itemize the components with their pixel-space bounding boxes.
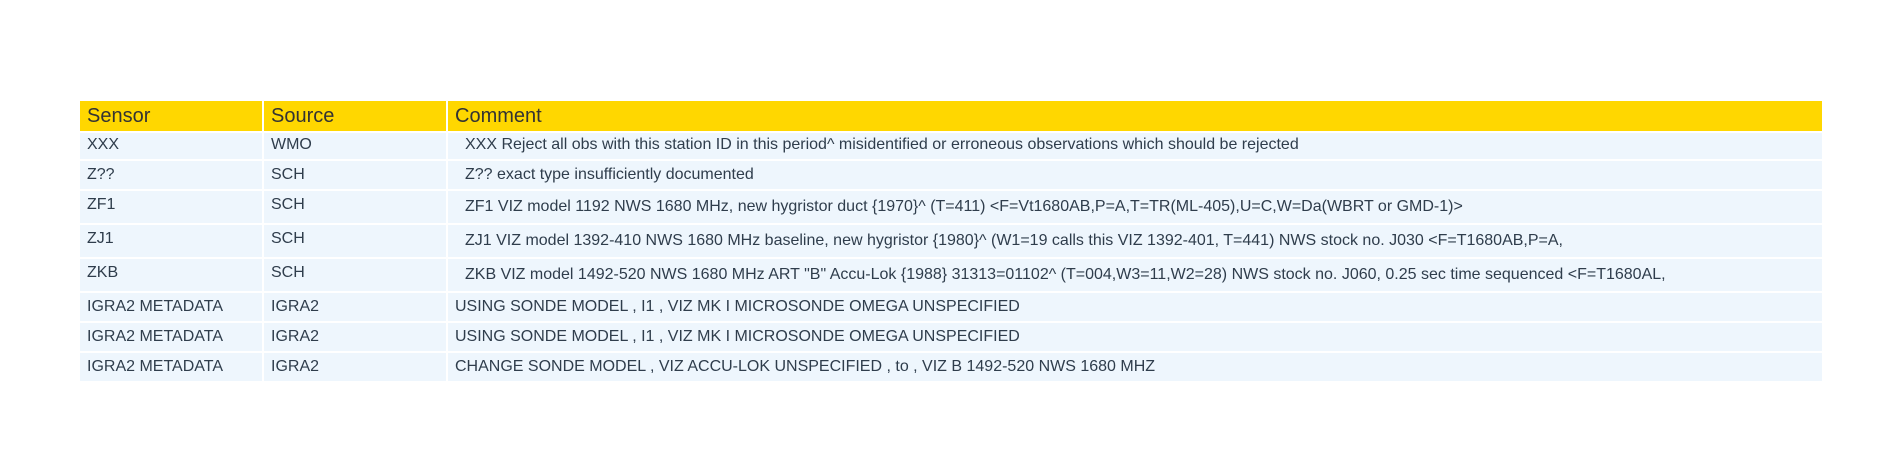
table-row: XXX WMO XXX Reject all obs with this sta… xyxy=(80,131,1822,159)
comment-cell: ZF1 VIZ model 1192 NWS 1680 MHz, new hyg… xyxy=(448,189,1822,223)
column-header-comment: Comment xyxy=(448,101,1822,131)
table-row: IGRA2 METADATA IGRA2 CHANGE SONDE MODEL … xyxy=(80,351,1822,381)
table-header: Sensor Source Comment xyxy=(80,101,1822,131)
comment-cell: USING SONDE MODEL , I1 , VIZ MK I MICROS… xyxy=(448,321,1822,351)
source-cell: IGRA2 xyxy=(264,351,448,381)
sensor-cell: IGRA2 METADATA xyxy=(80,351,264,381)
sensor-cell: ZKB xyxy=(80,257,264,291)
sensor-metadata-table-container: Sensor Source Comment XXX WMO XXX Reject… xyxy=(80,101,1822,381)
table-row: ZKB SCH ZKB VIZ model 1492-520 NWS 1680 … xyxy=(80,257,1822,291)
source-cell: IGRA2 xyxy=(264,321,448,351)
comment-cell: XXX Reject all obs with this station ID … xyxy=(448,131,1822,159)
source-cell: WMO xyxy=(264,131,448,159)
comment-cell: ZKB VIZ model 1492-520 NWS 1680 MHz ART … xyxy=(448,257,1822,291)
source-cell: IGRA2 xyxy=(264,291,448,321)
sensor-metadata-table: Sensor Source Comment XXX WMO XXX Reject… xyxy=(80,101,1822,381)
sensor-cell: XXX xyxy=(80,131,264,159)
source-cell: SCH xyxy=(264,159,448,189)
column-header-sensor: Sensor xyxy=(80,101,264,131)
column-header-source: Source xyxy=(264,101,448,131)
comment-cell: Z?? exact type insufficiently documented xyxy=(448,159,1822,189)
source-cell: SCH xyxy=(264,189,448,223)
table-row: ZJ1 SCH ZJ1 VIZ model 1392-410 NWS 1680 … xyxy=(80,223,1822,257)
sensor-cell: ZF1 xyxy=(80,189,264,223)
comment-cell: USING SONDE MODEL , I1 , VIZ MK I MICROS… xyxy=(448,291,1822,321)
table-row: IGRA2 METADATA IGRA2 USING SONDE MODEL ,… xyxy=(80,321,1822,351)
source-cell: SCH xyxy=(264,257,448,291)
comment-cell: ZJ1 VIZ model 1392-410 NWS 1680 MHz base… xyxy=(448,223,1822,257)
sensor-cell: IGRA2 METADATA xyxy=(80,291,264,321)
comment-cell: CHANGE SONDE MODEL , VIZ ACCU-LOK UNSPEC… xyxy=(448,351,1822,381)
source-cell: SCH xyxy=(264,223,448,257)
sensor-cell: IGRA2 METADATA xyxy=(80,321,264,351)
header-row: Sensor Source Comment xyxy=(80,101,1822,131)
table-row: IGRA2 METADATA IGRA2 USING SONDE MODEL ,… xyxy=(80,291,1822,321)
table-row: ZF1 SCH ZF1 VIZ model 1192 NWS 1680 MHz,… xyxy=(80,189,1822,223)
table-body: XXX WMO XXX Reject all obs with this sta… xyxy=(80,131,1822,381)
sensor-cell: Z?? xyxy=(80,159,264,189)
table-row: Z?? SCH Z?? exact type insufficiently do… xyxy=(80,159,1822,189)
sensor-cell: ZJ1 xyxy=(80,223,264,257)
